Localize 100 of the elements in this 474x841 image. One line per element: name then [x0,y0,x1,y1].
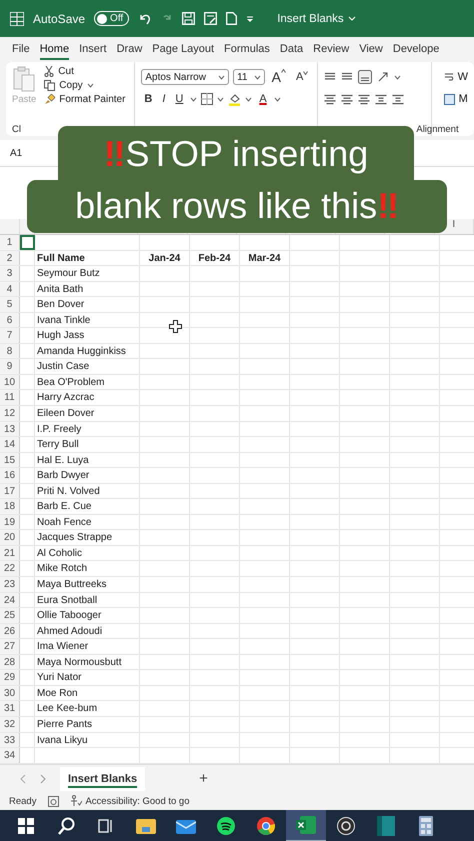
autosave-toggle[interactable]: Off [94,11,130,26]
row-header[interactable]: 26 [0,624,20,638]
row-header[interactable]: 23 [0,577,20,592]
row-header[interactable]: 15 [0,452,20,468]
row-header[interactable]: 12 [0,406,20,421]
row-header[interactable]: 19 [0,514,20,530]
row-header[interactable]: 24 [0,592,20,608]
table-cell: Maya Buttreeks [37,579,106,590]
row-header[interactable]: 8 [0,344,20,358]
underline-button[interactable]: U [172,93,186,105]
table-cell: Hugh Jass [37,330,84,342]
row-header[interactable]: 22 [0,561,20,576]
accessibility-status[interactable]: Accessibility: Good to go [85,796,190,807]
group-label: Cl [12,124,21,135]
table-cell: Anita Bath [37,284,84,295]
row-header[interactable]: 18 [0,499,20,514]
row-header[interactable]: 31 [0,701,20,716]
column-title: Feb-24 [198,252,231,264]
row-header[interactable]: 2 [0,250,20,266]
table-cell: Ima Wiener [37,641,88,652]
table-cell: Eura Snotball [37,594,98,606]
table-cell: Maya Normousbutt [37,656,122,668]
table-cell: Seymour Butz [37,268,100,280]
bold-button[interactable]: B [141,93,156,105]
name-box[interactable]: A1 [10,148,22,158]
exclamation-mark: ‼ [377,185,399,226]
row-header[interactable]: 14 [0,437,20,452]
table-cell: Yuri Nator [37,672,82,684]
table-cell: Eileen Dover [37,408,94,420]
row-header[interactable]: 13 [0,422,20,436]
table-cell: Terry Bull [37,439,79,450]
row-header[interactable]: 28 [0,654,20,670]
wrap-text-button[interactable]: W [444,71,468,83]
group-label: Alignment [416,124,459,135]
table-cell: I.P. Freely [37,424,82,435]
row-header[interactable]: 7 [0,328,20,343]
row-header[interactable]: 20 [0,530,20,545]
column-title: Jan-24 [148,252,180,264]
menu-tab[interactable]: Formulas [224,40,270,60]
row-header[interactable]: 25 [0,608,20,623]
table-cell: Jacques Strappe [37,532,112,544]
table-cell: Mike Rotch [37,563,88,574]
row-header[interactable]: 17 [0,484,20,498]
document-title[interactable]: Insert Blanks [277,12,356,24]
row-header[interactable]: 4 [0,282,20,296]
table-cell: Pierre Pants [37,718,92,730]
row-header[interactable]: 27 [0,639,20,654]
font-size-field[interactable]: 11 [233,69,265,85]
menu-tab[interactable]: Develope [392,40,440,60]
row-header[interactable]: 34 [0,748,20,763]
row-header[interactable]: 16 [0,468,20,483]
merge-button[interactable]: M [444,93,468,105]
grow-font-button[interactable]: A [268,69,290,85]
table-cell: Barb Dwyer [37,470,90,482]
menu-tab[interactable]: Insert [79,40,107,60]
row-header[interactable]: 6 [0,312,20,328]
cut-button[interactable]: Cut [44,66,126,77]
copy-button[interactable]: Copy [44,80,126,91]
font-color-button[interactable]: A [256,93,270,105]
table-cell: Harry Azcrac [37,392,94,404]
row-header[interactable]: 3 [0,266,20,281]
row-header[interactable]: 33 [0,732,20,748]
menu-tab[interactable]: Home [40,40,70,60]
table-cell: Ahmed Adoudi [37,626,102,637]
table-cell: Ivana Likyu [37,734,88,746]
sheet-tab[interactable]: Insert Blanks [60,766,146,791]
menu-tab[interactable]: Data [280,40,304,60]
caption-text: blank rows like this [75,185,378,226]
format-painter-button[interactable]: Format Painter [44,94,126,105]
italic-button[interactable]: I [159,93,168,105]
column-title: Mar-24 [248,252,281,264]
row-header[interactable]: 9 [0,359,20,374]
row-header[interactable]: 10 [0,374,20,390]
font-name-field[interactable]: Aptos Narrow [141,69,230,85]
row-header[interactable]: 32 [0,716,20,732]
table-cell: Al Coholic [37,548,82,559]
menu-tab[interactable]: Review [313,40,350,60]
column-title: Full Name [37,252,85,264]
table-cell: Noah Fence [37,516,92,528]
menu-tab[interactable]: Page Layout [152,40,214,60]
row-header[interactable]: 5 [0,297,20,312]
table-cell: Lee Kee-bum [37,703,98,714]
table-cell: Barb E. Cue [37,501,92,512]
table-cell: Ben Dover [37,299,84,310]
table-cell: Ollie Tabooger [37,610,102,622]
row-header[interactable]: 29 [0,670,20,685]
table-cell: Moe Ron [37,688,78,699]
exclamation-mark: ‼ [104,133,126,174]
shrink-font-button[interactable]: A [293,71,312,83]
caption-text: STOP inserting [125,133,368,174]
menu-tab[interactable]: Draw [116,40,142,60]
row-header[interactable]: 11 [0,390,20,406]
row-header[interactable]: 30 [0,686,20,700]
row-header[interactable]: 1 [0,235,20,250]
add-sheet-button[interactable]: + [199,770,208,788]
menu-tab[interactable]: File [12,40,30,60]
column-header[interactable]: I [452,219,456,230]
table-cell: Priti N. Volved [37,486,100,497]
row-header[interactable]: 21 [0,546,20,560]
menu-tab[interactable]: View [359,40,383,60]
